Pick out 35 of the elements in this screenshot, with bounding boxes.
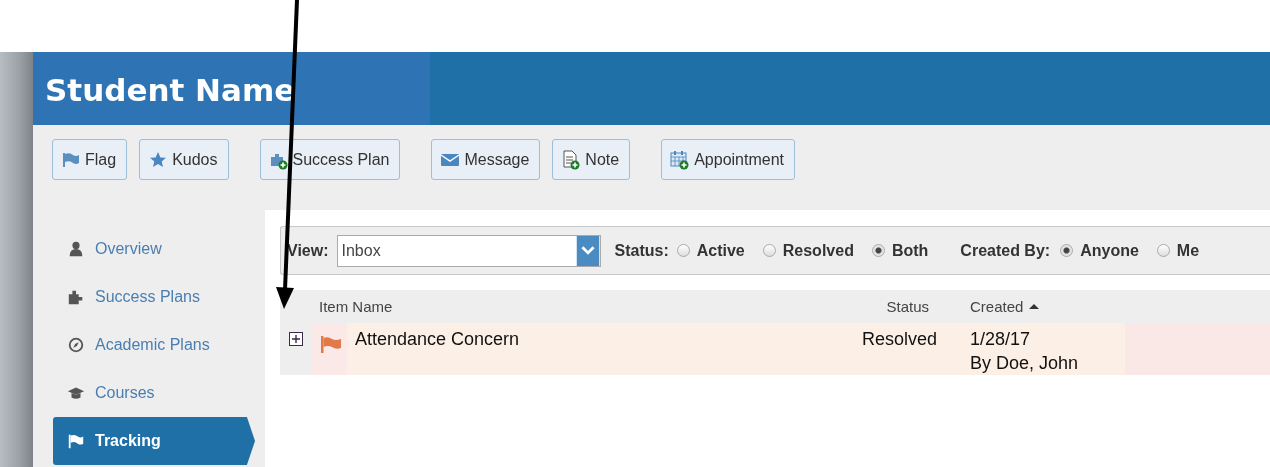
expand-icon[interactable] (288, 332, 303, 346)
toolbar-button[interactable]: Appointment (661, 139, 795, 180)
created-by: By Doe, John (970, 352, 1079, 375)
sidebar-item[interactable]: Academic Plans (53, 321, 265, 369)
created-by-label: Created By: (960, 241, 1051, 260)
sidebar-item[interactable]: Tracking (53, 417, 255, 465)
table-cell: Resolved (850, 323, 945, 375)
toolbar-button[interactable]: Note (552, 139, 631, 180)
created-by-radio[interactable]: Anyone (1060, 241, 1139, 260)
toolbar-button[interactable]: Kudos (139, 139, 229, 180)
column-header[interactable]: Created (945, 298, 1125, 315)
column-header[interactable]: Item Name (311, 298, 850, 315)
created-by-radio[interactable]: Me (1156, 241, 1200, 260)
sidebar-item[interactable]: Courses (53, 369, 265, 417)
created-date: 1/28/17 (970, 328, 1031, 351)
toolbar-button[interactable]: Success Plan (259, 139, 401, 180)
calendar-add-icon (670, 149, 691, 170)
toolbar-button[interactable]: Message (431, 139, 541, 180)
chevron-down-icon (575, 235, 600, 266)
sidebar-item[interactable]: Overview (53, 225, 265, 273)
sidebar-item[interactable]: Success Plans (53, 273, 265, 321)
note-add-icon (561, 149, 582, 170)
window-title: Student Name (33, 52, 430, 125)
toolbar-button[interactable]: Flag (52, 139, 128, 180)
compass-icon (67, 336, 85, 354)
status-radio[interactable]: Active (676, 241, 745, 260)
status-radio[interactable]: Resolved (762, 241, 854, 260)
person-icon (67, 240, 85, 258)
table-cell: Attendance Concern (347, 323, 850, 375)
status-radio[interactable]: Both (871, 241, 929, 260)
puzzle-icon (67, 288, 85, 306)
column-header[interactable]: Status (850, 298, 945, 315)
view-dropdown[interactable]: Inbox (336, 234, 601, 267)
flag-icon (67, 432, 85, 450)
status-label: Status: (614, 241, 669, 260)
